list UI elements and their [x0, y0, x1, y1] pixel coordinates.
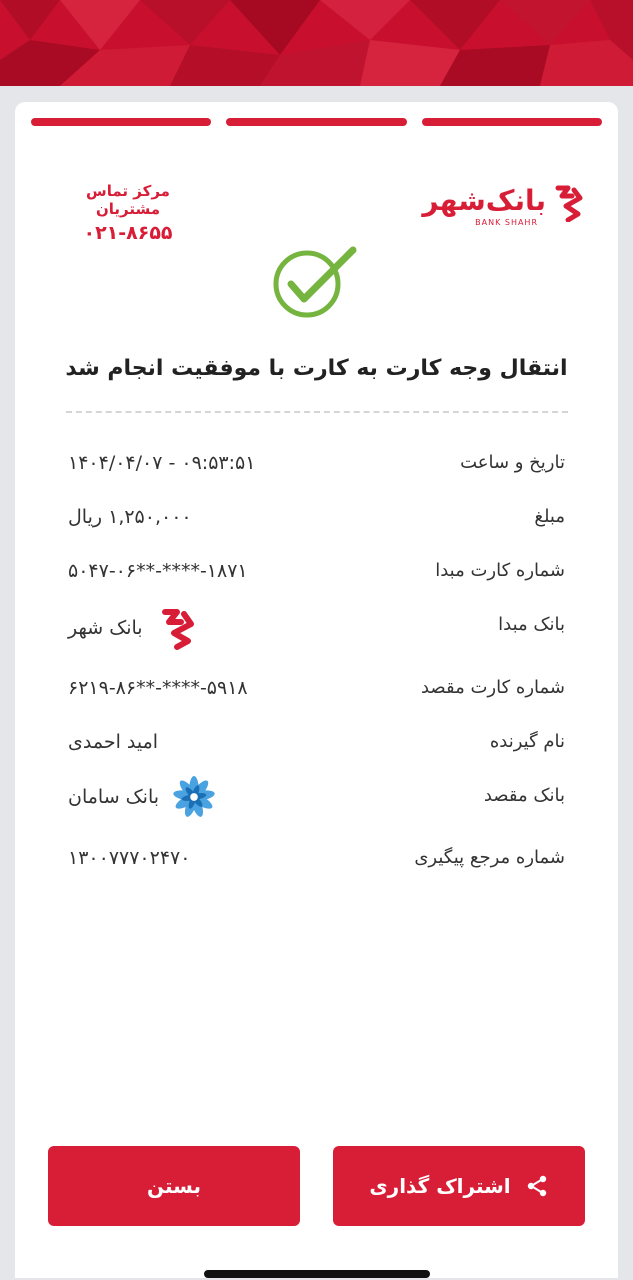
detail-row-amount: مبلغ ۱,۲۵۰,۰۰۰ ریال — [68, 506, 565, 560]
detail-value: ۶۲۱۹-۸۶**-****-۵۹۱۸ — [68, 677, 248, 699]
bank-name-text: بانک شهر — [68, 617, 143, 639]
contact-phone[interactable]: ۰۲۱-۸۶۵۵ — [53, 222, 203, 244]
detail-label: نام گیرنده — [489, 731, 565, 752]
detail-label: شماره کارت مقصد — [420, 677, 565, 698]
detail-row-dest-bank: بانک مقصد بانک سامان — [68, 776, 565, 847]
bank-name-text: بانک سامان — [68, 786, 160, 808]
detail-value-bank: بانک سامان — [68, 775, 215, 819]
bank-shahr-logo: بانک‌شهر BANK SHAHR — [422, 184, 586, 230]
bank-shahr-emblem-icon — [555, 185, 583, 222]
receipt-card: بانک‌شهر BANK SHAHR مرکز تماس مشتریان ۰۲… — [15, 102, 618, 1278]
bank-name: بانک‌شهر — [422, 184, 547, 217]
bank-shahr-icon — [161, 609, 194, 650]
detail-value: ۱۳۰۰۷۷۷۰۲۴۷۰ — [68, 847, 191, 869]
header-background — [0, 0, 633, 86]
contact-label: مرکز تماس مشتریان — [86, 182, 170, 218]
detail-label: شماره مرجع پیگیری — [414, 847, 565, 868]
home-indicator[interactable] — [204, 1270, 430, 1278]
bank-saman-icon — [173, 776, 215, 817]
detail-label: بانک مقصد — [483, 785, 565, 806]
progress-segment — [421, 118, 602, 126]
detail-row-tracking: شماره مرجع پیگیری ۱۳۰۰۷۷۷۰۲۴۷۰ — [68, 847, 565, 901]
header-pattern — [0, 0, 633, 86]
dashed-divider — [66, 411, 568, 413]
share-button-label: اشتراک گذاری — [369, 1174, 511, 1198]
detail-value-bank: بانک شهر — [68, 606, 199, 650]
detail-label: بانک مبدا — [498, 614, 565, 635]
transaction-details: تاریخ و ساعت ۱۴۰۴/۰۴/۰۷ - ۰۹:۵۳:۵۱ مبلغ … — [68, 452, 565, 901]
detail-value: ۱۴۰۴/۰۴/۰۷ - ۰۹:۵۳:۵۱ — [68, 452, 256, 474]
close-button[interactable]: بستن — [48, 1146, 300, 1226]
progress-segment — [31, 118, 212, 126]
detail-value: ۵۰۴۷-۰۶**-****-۱۸۷۱ — [68, 560, 248, 582]
detail-label: مبلغ — [534, 506, 565, 527]
progress-segment — [226, 118, 407, 126]
share-button[interactable]: اشتراک گذاری — [333, 1146, 585, 1226]
status-title: انتقال وجه کارت به کارت با موفقیت انجام … — [65, 356, 568, 381]
check-circle-icon — [273, 246, 357, 318]
detail-value: ۱,۲۵۰,۰۰۰ ریال — [68, 506, 192, 528]
detail-row-datetime: تاریخ و ساعت ۱۴۰۴/۰۴/۰۷ - ۰۹:۵۳:۵۱ — [68, 452, 565, 506]
customer-contact[interactable]: مرکز تماس مشتریان ۰۲۱-۸۶۵۵ — [53, 182, 203, 244]
bank-name-latin: BANK SHAHR — [475, 218, 538, 227]
progress-bar — [31, 118, 602, 126]
detail-label: تاریخ و ساعت — [460, 452, 565, 473]
detail-label: شماره کارت مبدا — [435, 560, 565, 581]
share-icon — [527, 1175, 546, 1197]
detail-value: امید احمدی — [68, 731, 159, 753]
detail-row-dest-card: شماره کارت مقصد ۶۲۱۹-۸۶**-****-۵۹۱۸ — [68, 677, 565, 731]
detail-row-source-bank: بانک مبدا بانک شهر — [68, 609, 565, 677]
